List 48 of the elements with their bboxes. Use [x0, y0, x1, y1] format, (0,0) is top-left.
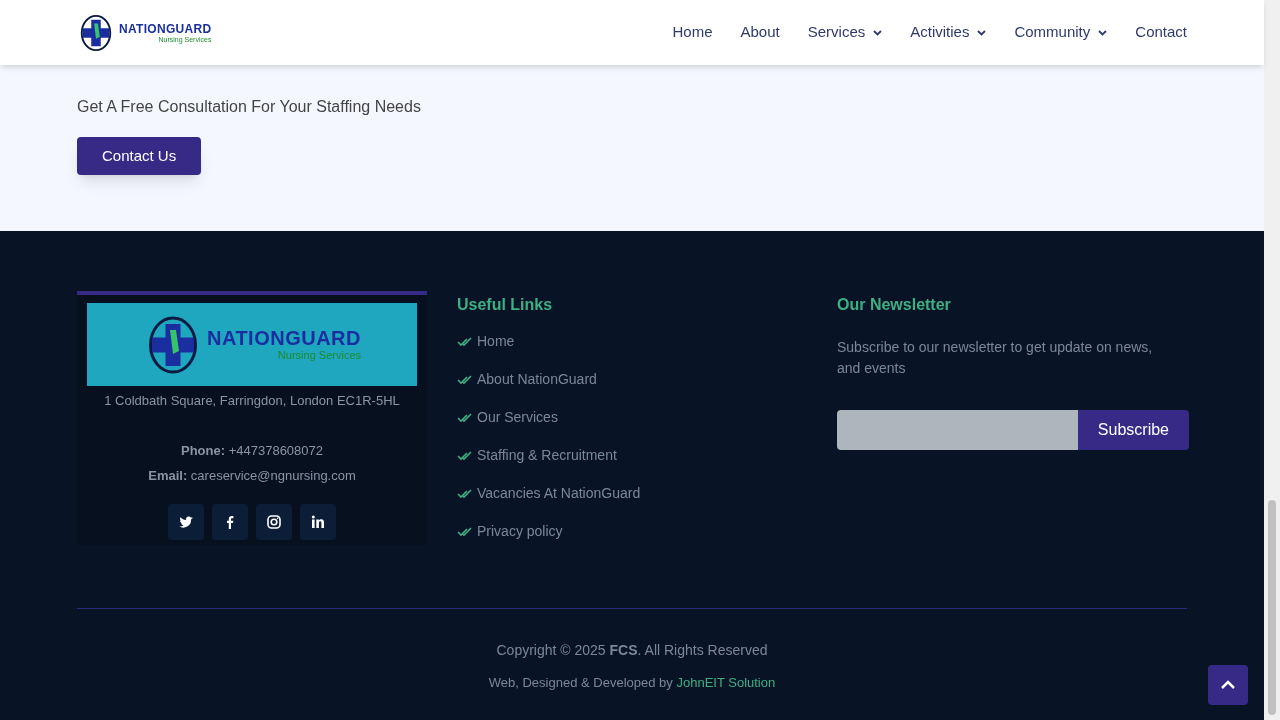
- footer-link[interactable]: Staffing & Recruitment: [477, 445, 617, 466]
- email-text: Email: careservice@ngnursing.com: [148, 467, 356, 485]
- double-check-icon: [457, 488, 473, 499]
- credit-text: Web, Designed & Developed by JohnEIT Solution: [488, 674, 776, 692]
- address-text: 1 Coldbath Square, Farringdon, London EC1R-5HL: [104, 392, 400, 410]
- caret-icon: [1098, 29, 1108, 36]
- copyright-text: Copyright © 2025 FCS. All Rights Reserved: [496, 641, 768, 660]
- logo-wordmark: NATIONGUARD: [207, 328, 361, 348]
- instagram-icon: [266, 513, 282, 530]
- developer-link[interactable]: JohnEIT Solution: [676, 675, 776, 690]
- caret-icon: [977, 29, 987, 36]
- footer-link[interactable]: About NationGuard: [477, 369, 597, 390]
- email-input-field[interactable]: [837, 410, 1078, 450]
- back-to-top-button[interactable]: [1208, 665, 1248, 705]
- double-check-icon: [457, 336, 473, 347]
- caret-icon: [873, 29, 883, 36]
- nav-link[interactable]: Activities: [910, 21, 987, 44]
- linkedin-icon: [310, 513, 326, 530]
- scrollbar-thumb[interactable]: [1268, 500, 1276, 715]
- nav-link[interactable]: Contact: [1135, 21, 1187, 44]
- double-check-icon: [457, 374, 473, 385]
- chevron-up-icon: [1221, 680, 1235, 690]
- section-heading: Useful Links: [457, 295, 553, 315]
- nav-link[interactable]: Community: [1014, 21, 1108, 44]
- nav-link[interactable]: Home: [672, 21, 713, 44]
- subscribe-button[interactable]: Subscribe: [1077, 410, 1189, 450]
- phone-text: Phone: +447378608072: [181, 441, 323, 460]
- footer-link[interactable]: Vacancies At NationGuard: [477, 483, 641, 504]
- newsletter-text: Subscribe to our newsletter to get update on news, and events: [837, 338, 1154, 378]
- footer-link[interactable]: Our Services: [477, 407, 558, 428]
- footer-link[interactable]: Home: [477, 331, 515, 352]
- double-check-icon: [457, 450, 473, 461]
- logo-wordmark: NATIONGUARD: [119, 22, 212, 35]
- contact-us-button[interactable]: Contact Us: [77, 137, 202, 175]
- social-link[interactable]: [168, 503, 204, 540]
- nav-link[interactable]: Services: [807, 21, 883, 44]
- social-link[interactable]: [256, 503, 292, 540]
- nav-link[interactable]: About: [740, 21, 780, 44]
- section-heading: Our Newsletter: [837, 295, 951, 315]
- logo-tagline: Nursing Services: [277, 350, 361, 361]
- cta-text: Get A Free Consultation For Your Staffing Needs: [77, 97, 422, 117]
- double-check-icon: [457, 526, 473, 537]
- double-check-icon: [457, 412, 473, 423]
- footer-link[interactable]: Privacy policy: [477, 521, 563, 542]
- social-link[interactable]: [300, 503, 336, 540]
- social-link[interactable]: [212, 503, 248, 540]
- bird-icon: [178, 513, 194, 530]
- scrollbar[interactable]: [1264, 0, 1280, 720]
